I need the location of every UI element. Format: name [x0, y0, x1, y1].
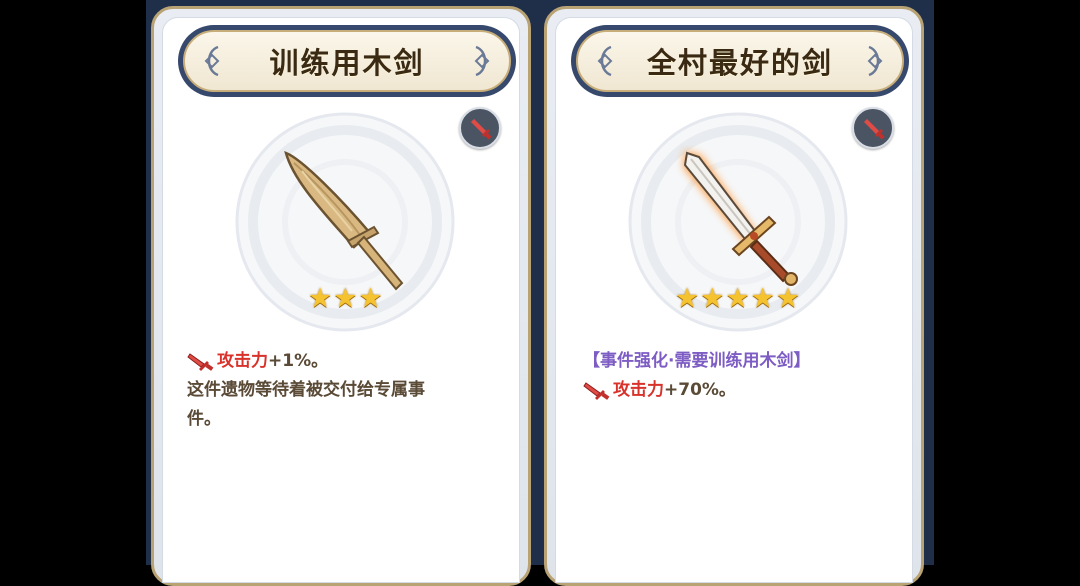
banner-right-ornament-icon: [474, 45, 490, 77]
star-icon: ★: [725, 283, 750, 314]
star-icon: ★: [700, 283, 725, 314]
requirement-text: 【事件强化·需要训练用木剑】: [583, 351, 811, 371]
stat-name: 攻击力: [217, 351, 268, 371]
wooden-sword-image: [284, 150, 404, 291]
card-description: 【事件强化·需要训练用木剑】 攻击力 +70%。: [583, 347, 903, 405]
card-title-banner: 训练用木剑: [178, 25, 516, 97]
flavor-text-line-1: 这件遗物等待着被交付给专属事: [187, 380, 425, 400]
stat-line: 攻击力 +1%。: [187, 347, 497, 376]
stat-name: 攻击力: [613, 380, 664, 400]
sword-stat-icon: [187, 352, 214, 371]
card-title: 全村最好的剑: [646, 46, 833, 80]
star-icon: ★: [333, 283, 358, 314]
star-rating: ★ ★ ★ ★ ★: [675, 285, 800, 312]
stat-line: 攻击力 +70%。: [583, 376, 903, 405]
banner-left-ornament-icon: [204, 45, 220, 77]
card-title: 训练用木剑: [269, 46, 425, 80]
banner-right-ornament-icon: [867, 45, 883, 77]
star-icon: ★: [675, 283, 700, 314]
flavor-text-line-2: 件。: [187, 409, 221, 429]
sword-badge-icon: [852, 107, 894, 149]
relic-card-training-wooden-sword[interactable]: 训练用木剑 ★ ★ ★ 攻击力 +1%。 这件遗物等待着被交付给专属事 件。: [151, 6, 531, 586]
relic-card-village-best-sword[interactable]: 全村最好的剑 ★ ★ ★ ★ ★ 【事件强化·需要训练用木剑】 攻击力 +70%…: [544, 6, 924, 586]
stat-value: +1%。: [268, 351, 329, 371]
star-icon: ★: [308, 283, 333, 314]
card-title-banner: 全村最好的剑: [571, 25, 909, 97]
sword-badge-icon: [459, 107, 501, 149]
card-description: 攻击力 +1%。 这件遗物等待着被交付给专属事 件。: [187, 347, 497, 434]
banner-plate: 训练用木剑: [183, 30, 511, 92]
banner-plate: 全村最好的剑: [576, 30, 904, 92]
banner-left-ornament-icon: [597, 45, 613, 77]
star-rating: ★ ★ ★: [308, 285, 383, 312]
steel-sword-image: [683, 151, 798, 286]
star-icon: ★: [750, 283, 775, 314]
star-icon: ★: [358, 283, 383, 314]
sword-stat-icon: [583, 381, 610, 400]
stat-value: +70%。: [664, 380, 736, 400]
star-icon: ★: [775, 283, 801, 314]
